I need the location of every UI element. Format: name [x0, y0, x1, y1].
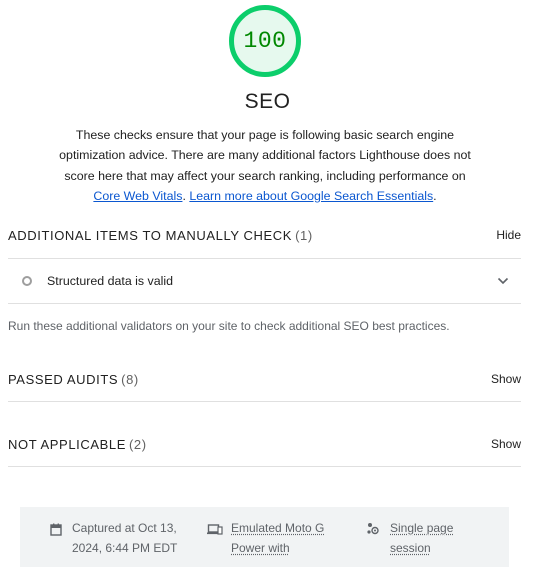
devices-icon [207, 522, 223, 536]
passed-audits-heading: PASSED AUDITS (8) [8, 372, 139, 387]
score-gauge: 100 [229, 5, 301, 77]
score-gauge-ring: 100 [229, 5, 301, 77]
core-web-vitals-link[interactable]: Core Web Vitals [93, 189, 182, 203]
show-not-applicable-button[interactable]: Show [491, 437, 521, 451]
manual-checks-count: (1) [295, 227, 313, 243]
runtime-settings-footer: Captured at Oct 13, 2024, 6:44 PM EDT Em… [20, 507, 509, 567]
session-icon [366, 522, 380, 536]
description-text: These checks ensure that your page is fo… [59, 128, 471, 183]
hide-manual-checks-button[interactable]: Hide [496, 228, 521, 242]
calendar-icon [50, 522, 64, 536]
description-end: . [433, 188, 437, 203]
category-title: SEO [244, 90, 291, 113]
passed-audits-header[interactable]: PASSED AUDITS (8) Show [8, 371, 521, 387]
emulated-device-line2: Power with [231, 541, 290, 555]
not-applicable-title: NOT APPLICABLE [8, 436, 126, 452]
not-applicable-header[interactable]: NOT APPLICABLE (2) Show [8, 436, 521, 452]
category-description: These checks ensure that your page is fo… [55, 125, 475, 206]
chevron-down-icon[interactable] [497, 275, 509, 287]
session-line1: Single page [390, 521, 454, 535]
divider [8, 466, 521, 467]
divider [8, 401, 521, 402]
audit-title: Structured data is valid [47, 274, 174, 288]
captured-at-line2: 2024, 6:44 PM EDT [72, 541, 178, 555]
manual-checks-heading: ADDITIONAL ITEMS TO MANUALLY CHECK (1) [8, 228, 313, 243]
passed-audits-count: (8) [121, 371, 139, 387]
neutral-circle-icon [22, 276, 32, 286]
audit-structured-data[interactable]: Structured data is valid [8, 258, 521, 304]
not-applicable-count: (2) [129, 436, 147, 452]
manual-checks-title: ADDITIONAL ITEMS TO MANUALLY CHECK [8, 227, 293, 243]
passed-audits-title: PASSED AUDITS [8, 371, 119, 387]
captured-at-line1: Captured at Oct 13, [72, 521, 177, 535]
emulated-device-line1: Emulated Moto G [231, 521, 325, 535]
manual-checks-description: Run these additional validators on your … [8, 319, 450, 333]
search-essentials-link[interactable]: Learn more about Google Search Essential… [189, 189, 433, 203]
manual-checks-header[interactable]: ADDITIONAL ITEMS TO MANUALLY CHECK (1) Hi… [8, 227, 521, 243]
score-value: 100 [243, 28, 287, 54]
not-applicable-heading: NOT APPLICABLE (2) [8, 437, 147, 452]
session-line2: session [390, 541, 431, 555]
show-passed-audits-button[interactable]: Show [491, 372, 521, 386]
